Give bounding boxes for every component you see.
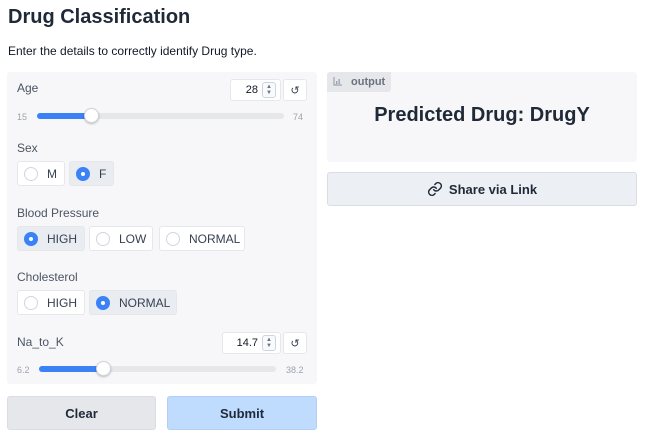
na-to-k-reset-button[interactable]: ↺: [283, 332, 307, 354]
na-to-k-slider[interactable]: [39, 361, 276, 376]
submit-button[interactable]: Submit: [167, 396, 317, 430]
radio-icon: [76, 166, 90, 181]
age-max: 74: [293, 112, 304, 122]
bp-option-normal[interactable]: NORMAL: [159, 226, 245, 251]
sex-label: Sex: [17, 141, 38, 155]
chart-icon: [333, 76, 343, 89]
reset-icon: ↺: [290, 84, 300, 97]
na-to-k-value: 14.7: [236, 337, 258, 349]
option-label: NORMAL: [119, 295, 171, 310]
age-reset-button[interactable]: ↺: [283, 79, 307, 101]
page-description: Enter the details to correctly identify …: [8, 44, 257, 58]
option-label: LOW: [119, 231, 147, 246]
na-to-k-number-input[interactable]: 14.7 ▲ ▼: [222, 332, 281, 354]
spinner-arrows-icon[interactable]: ▲ ▼: [262, 82, 276, 98]
share-button[interactable]: Share via Link: [327, 172, 637, 206]
radio-icon: [166, 231, 180, 246]
link-icon: [427, 181, 442, 197]
radio-icon: [96, 295, 110, 310]
option-label: F: [99, 166, 107, 181]
option-label: HIGH: [47, 295, 77, 310]
age-slider[interactable]: [37, 108, 284, 123]
prediction-text: Predicted Drug: DrugY: [374, 104, 590, 126]
radio-icon: [96, 231, 110, 246]
option-label: NORMAL: [189, 231, 241, 246]
age-slider-fill: [37, 113, 92, 119]
blood-pressure-label: Blood Pressure: [17, 206, 100, 220]
sex-option-m[interactable]: M: [17, 161, 65, 186]
na-to-k-min: 6.2: [17, 365, 30, 375]
page-title: Drug Classification: [8, 6, 191, 28]
sex-option-f[interactable]: F: [69, 161, 114, 186]
radio-icon: [24, 166, 38, 181]
age-label: Age: [17, 81, 39, 95]
na-to-k-slider-thumb[interactable]: [95, 361, 111, 376]
bp-option-low[interactable]: LOW: [89, 226, 153, 251]
radio-icon: [24, 231, 38, 246]
cholesterol-option-high[interactable]: HIGH: [17, 290, 85, 315]
na-to-k-max: 38.2: [286, 365, 304, 375]
output-tag-label: output: [351, 76, 386, 88]
share-label: Share via Link: [448, 181, 538, 197]
age-value: 28: [245, 84, 258, 96]
option-label: M: [47, 166, 57, 181]
cholesterol-label: Cholesterol: [17, 270, 78, 284]
na-to-k-slider-fill: [39, 366, 103, 372]
age-min: 15: [17, 112, 28, 122]
bp-option-high[interactable]: HIGH: [17, 226, 85, 251]
option-label: HIGH: [47, 231, 77, 246]
spinner-arrows-icon[interactable]: ▲ ▼: [262, 335, 276, 351]
age-number-input[interactable]: 28 ▲ ▼: [230, 79, 281, 101]
cholesterol-option-normal[interactable]: NORMAL: [89, 290, 177, 315]
na-to-k-label: Na_to_K: [17, 335, 64, 349]
reset-icon: ↺: [290, 337, 300, 350]
clear-button[interactable]: Clear: [7, 396, 156, 430]
output-tag: output: [327, 72, 392, 92]
radio-icon: [24, 295, 38, 310]
